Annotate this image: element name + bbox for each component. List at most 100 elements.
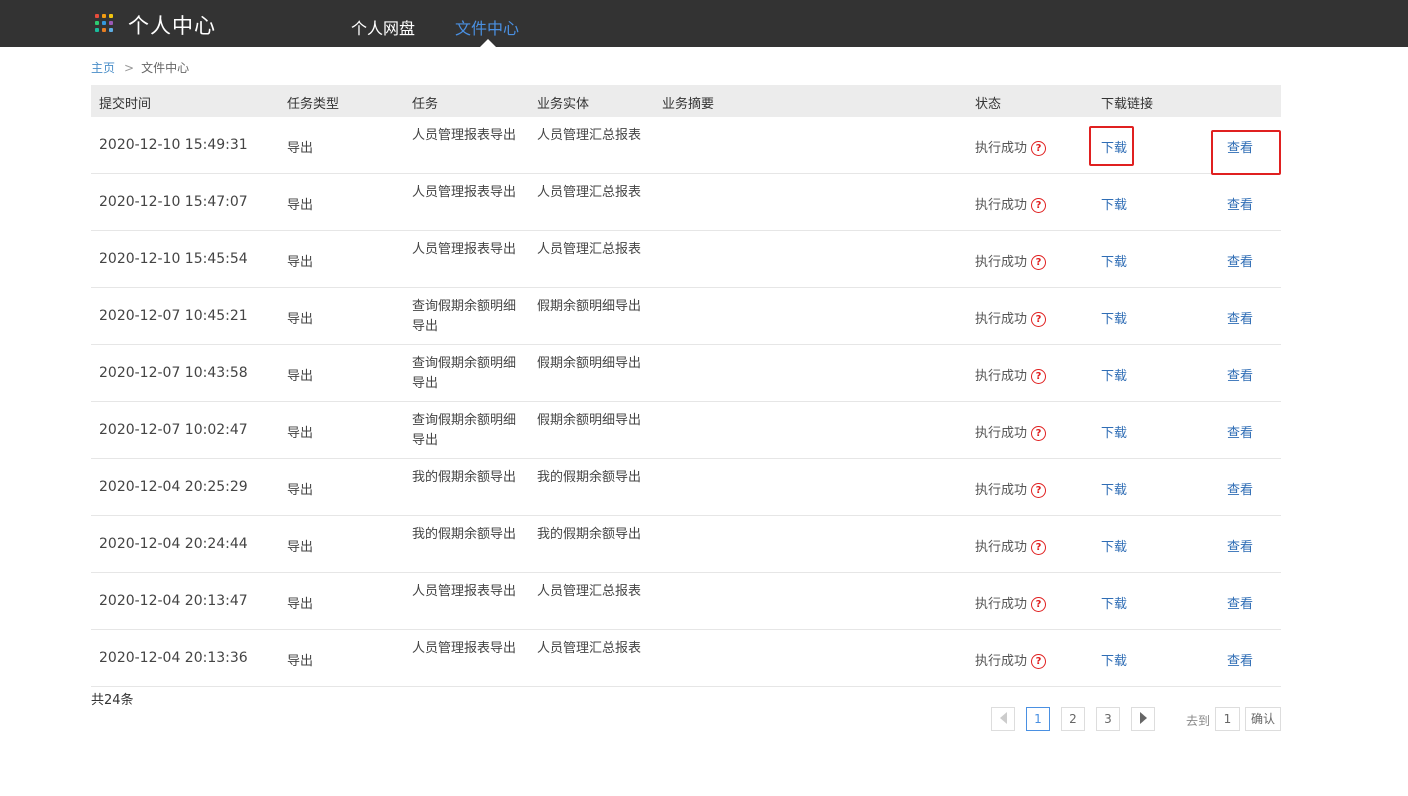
cell-task-type: 导出 bbox=[287, 141, 314, 156]
goto-label: 去到 bbox=[1186, 714, 1211, 728]
cell-task-type: 导出 bbox=[287, 540, 314, 555]
cell-status: 执行成功? bbox=[975, 536, 1047, 555]
download-link[interactable]: 下载 bbox=[1101, 194, 1127, 213]
cell-submit-time: 2020-12-04 20:13:36 bbox=[99, 650, 248, 666]
download-link[interactable]: 下载 bbox=[1101, 650, 1127, 669]
cell-entity: 人员管理汇总报表 bbox=[537, 128, 642, 143]
confirm-goto-button[interactable]: 确认 bbox=[1245, 707, 1281, 731]
question-circle-icon[interactable]: ? bbox=[1031, 312, 1047, 327]
cell-status: 执行成功? bbox=[975, 308, 1047, 327]
cell-status: 执行成功? bbox=[975, 650, 1047, 669]
view-link[interactable]: 查看 bbox=[1227, 194, 1253, 213]
table-row: 2020-12-04 20:13:36 导出 人员管理报表导出 人员管理汇总报表 执行成… bbox=[91, 630, 1281, 687]
question-circle-icon[interactable]: ? bbox=[1031, 540, 1047, 555]
table-body: 2020-12-10 15:49:31 导出 人员管理报表导出 人员管理汇总报表 执行成… bbox=[91, 117, 1281, 687]
download-link[interactable]: 下载 bbox=[1101, 593, 1127, 612]
col-header-entity: 业务实体 bbox=[537, 97, 590, 112]
status-text: 执行成功 bbox=[975, 483, 1028, 498]
question-circle-icon[interactable]: ? bbox=[1031, 198, 1047, 213]
table-header: 提交时间 任务类型 任务 业务实体 业务摘要 状态 下载链接 bbox=[91, 85, 1281, 117]
table-row: 2020-12-10 15:47:07 导出 人员管理报表导出 人员管理汇总报表 执行成… bbox=[91, 174, 1281, 231]
cell-submit-time: 2020-12-04 20:25:29 bbox=[99, 479, 248, 495]
table-row: 2020-12-04 20:13:47 导出 人员管理报表导出 人员管理汇总报表 执行成… bbox=[91, 573, 1281, 630]
next-arrow-icon bbox=[1139, 712, 1147, 724]
question-circle-icon[interactable]: ? bbox=[1031, 369, 1047, 384]
logo-dot bbox=[102, 14, 106, 18]
cell-task-type: 导出 bbox=[287, 483, 314, 498]
view-link[interactable]: 查看 bbox=[1227, 365, 1253, 384]
logo-dot bbox=[109, 14, 113, 18]
cell-submit-time: 2020-12-04 20:13:47 bbox=[99, 593, 248, 609]
view-link[interactable]: 查看 bbox=[1227, 650, 1253, 669]
total-count: 共24条 bbox=[91, 693, 134, 708]
cell-task: 我的假期余额导出 bbox=[412, 527, 517, 542]
nav-tab-personal-drive[interactable]: 个人网盘 bbox=[351, 15, 415, 39]
cell-status: 执行成功? bbox=[975, 251, 1047, 270]
cell-task-type: 导出 bbox=[287, 255, 314, 270]
cell-entity: 人员管理汇总报表 bbox=[537, 242, 642, 257]
status-text: 执行成功 bbox=[975, 597, 1028, 612]
next-page-button[interactable] bbox=[1131, 707, 1155, 731]
view-link[interactable]: 查看 bbox=[1227, 251, 1253, 270]
cell-task: 人员管理报表导出 bbox=[412, 641, 517, 656]
cell-entity: 我的假期余额导出 bbox=[537, 527, 642, 542]
status-text: 执行成功 bbox=[975, 255, 1028, 270]
cell-submit-time: 2020-12-10 15:49:31 bbox=[99, 137, 248, 153]
cell-task-type: 导出 bbox=[287, 597, 314, 612]
app-grid-icon[interactable] bbox=[95, 14, 115, 34]
question-circle-icon[interactable]: ? bbox=[1031, 426, 1047, 441]
download-link[interactable]: 下载 bbox=[1101, 365, 1127, 384]
active-tab-indicator bbox=[480, 39, 496, 47]
breadcrumb: 主页 > 文件中心 bbox=[91, 59, 189, 76]
logo-dot bbox=[95, 21, 99, 25]
file-task-table: 提交时间 任务类型 任务 业务实体 业务摘要 状态 下载链接 2020-12-1… bbox=[91, 85, 1281, 687]
status-text: 执行成功 bbox=[975, 369, 1028, 384]
view-highlight-box bbox=[1211, 130, 1281, 175]
col-header-task: 任务 bbox=[412, 97, 439, 112]
question-circle-icon[interactable]: ? bbox=[1031, 141, 1047, 156]
logo-dot bbox=[109, 21, 113, 25]
download-link[interactable]: 下载 bbox=[1101, 479, 1127, 498]
cell-task-type: 导出 bbox=[287, 654, 314, 669]
download-link[interactable]: 下载 bbox=[1101, 536, 1127, 555]
cell-task: 我的假期余额导出 bbox=[412, 470, 517, 485]
view-link[interactable]: 查看 bbox=[1227, 308, 1253, 327]
question-circle-icon[interactable]: ? bbox=[1031, 483, 1047, 498]
goto-page-input[interactable] bbox=[1215, 707, 1240, 731]
download-link[interactable]: 下载 bbox=[1101, 251, 1127, 270]
cell-task: 查询假期余额明细导出 bbox=[412, 413, 517, 448]
nav-tab-file-center[interactable]: 文件中心 bbox=[455, 15, 519, 39]
cell-status: 执行成功? bbox=[975, 194, 1047, 213]
cell-task-type: 导出 bbox=[287, 426, 314, 441]
question-circle-icon[interactable]: ? bbox=[1031, 597, 1047, 612]
status-text: 执行成功 bbox=[975, 654, 1028, 669]
status-text: 执行成功 bbox=[975, 426, 1028, 441]
cell-task: 查询假期余额明细导出 bbox=[412, 356, 517, 391]
top-navbar: 个人中心 个人网盘 文件中心 bbox=[0, 0, 1408, 47]
cell-task: 查询假期余额明细导出 bbox=[412, 299, 517, 334]
question-circle-icon[interactable]: ? bbox=[1031, 654, 1047, 669]
page-2-button[interactable]: 2 bbox=[1061, 707, 1085, 731]
breadcrumb-home-link[interactable]: 主页 bbox=[91, 61, 115, 75]
table-row: 2020-12-10 15:45:54 导出 人员管理报表导出 人员管理汇总报表 执行成… bbox=[91, 231, 1281, 288]
view-link[interactable]: 查看 bbox=[1227, 422, 1253, 441]
question-circle-icon[interactable]: ? bbox=[1031, 255, 1047, 270]
cell-task-type: 导出 bbox=[287, 312, 314, 327]
table-row: 2020-12-04 20:25:29 导出 我的假期余额导出 我的假期余额导出 执行成… bbox=[91, 459, 1281, 516]
page-3-button[interactable]: 3 bbox=[1096, 707, 1120, 731]
view-link[interactable]: 查看 bbox=[1227, 479, 1253, 498]
cell-task-type: 导出 bbox=[287, 369, 314, 384]
cell-task: 人员管理报表导出 bbox=[412, 185, 517, 200]
view-link[interactable]: 查看 bbox=[1227, 536, 1253, 555]
page-1-button[interactable]: 1 bbox=[1026, 707, 1050, 731]
col-header-download-link: 下载链接 bbox=[1101, 97, 1154, 112]
view-link[interactable]: 查看 bbox=[1227, 593, 1253, 612]
col-header-summary: 业务摘要 bbox=[662, 97, 715, 112]
cell-task-type: 导出 bbox=[287, 198, 314, 213]
cell-task: 人员管理报表导出 bbox=[412, 128, 517, 143]
prev-page-button[interactable] bbox=[991, 707, 1015, 731]
cell-entity: 人员管理汇总报表 bbox=[537, 584, 642, 599]
download-link[interactable]: 下载 bbox=[1101, 308, 1127, 327]
download-link[interactable]: 下载 bbox=[1101, 422, 1127, 441]
col-header-submit-time: 提交时间 bbox=[99, 97, 152, 112]
